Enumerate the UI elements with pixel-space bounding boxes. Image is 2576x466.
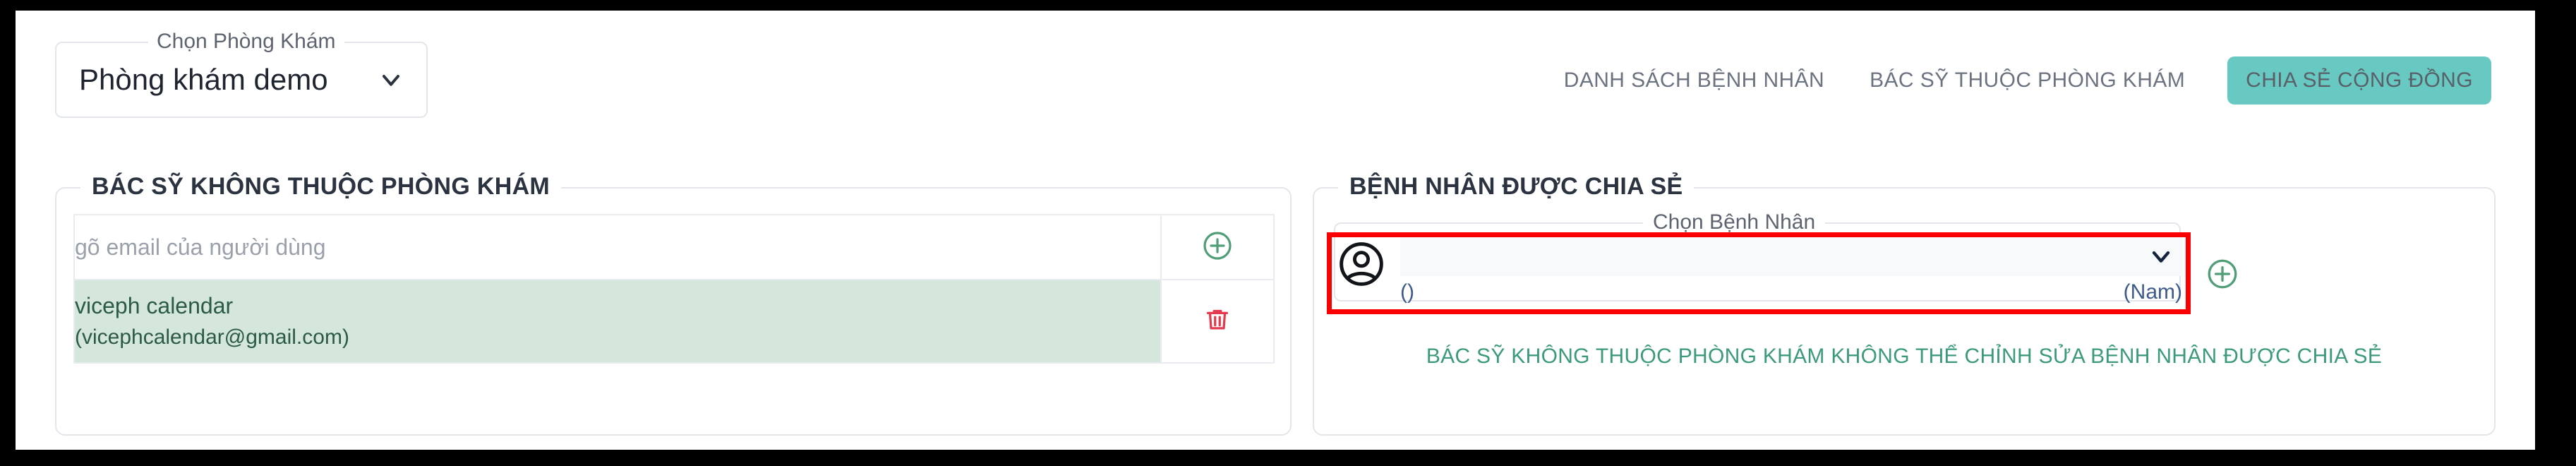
email-input-cell [73, 214, 1162, 280]
add-patient-button[interactable] [2205, 256, 2240, 292]
share-restriction-note: BÁC SỸ KHÔNG THUỘC PHÒNG KHÁM KHÔNG THỂ … [1426, 345, 2383, 368]
external-doctors-table: viceph calendar (vicephcalendar@gmail.co… [73, 214, 1275, 364]
main-nav: DANH SÁCH BỆNH NHÂN BÁC SỸ THUỘC PHÒNG K… [1561, 54, 2491, 107]
clinic-select-fieldset: Chọn Phòng Khám Phòng khám demo [55, 28, 428, 118]
shared-patients-panel: BỆNH NHÂN ĐƯỢC CHIA SẺ Chọn Bệnh Nhân ()… [1313, 170, 2496, 436]
nav-link-clinic-doctors[interactable]: BÁC SỸ THUỘC PHÒNG KHÁM [1867, 63, 2188, 98]
patient-select[interactable] [1400, 237, 2182, 276]
chevron-down-icon [2152, 251, 2170, 263]
clinic-select[interactable]: Phòng khám demo [56, 43, 426, 116]
app-screen: Chọn Phòng Khám Phòng khám demo DANH SÁC… [16, 11, 2535, 450]
top-bar: Chọn Phòng Khám Phòng khám demo DANH SÁC… [16, 11, 2535, 145]
nav-link-patient-list[interactable]: DANH SÁCH BỆNH NHÂN [1561, 63, 1827, 98]
external-doctors-panel: BÁC SỸ KHÔNG THUỘC PHÒNG KHÁM gõ email c… [55, 170, 1292, 436]
patient-select-row: () (Nam) [1335, 237, 2182, 310]
plus-circle-icon [2208, 259, 2237, 289]
patient-meta: () (Nam) [1400, 277, 2182, 307]
plus-circle-icon [1203, 231, 1232, 260]
doctor-info-cell: viceph calendar (vicephcalendar@gmail.co… [73, 279, 1162, 364]
doctor-email-input[interactable] [75, 234, 1160, 261]
shared-patients-panel-title: BỆNH NHÂN ĐƯỢC CHIA SẺ [1338, 170, 1695, 203]
delete-doctor-button[interactable] [1201, 304, 1234, 336]
doctor-name: viceph calendar [75, 293, 234, 318]
patient-select-label: Chọn Bệnh Nhân [1643, 208, 1826, 237]
share-community-button[interactable]: CHIA SẺ CỘNG ĐỒNG [2227, 56, 2491, 104]
doctor-email: (vicephcalendar@gmail.com) [75, 325, 349, 349]
patient-code: () [1400, 280, 1414, 304]
add-doctor-cell [1160, 214, 1275, 280]
account-circle-icon [1340, 242, 1383, 286]
email-entry-row [73, 214, 1275, 280]
chevron-down-icon [383, 75, 399, 86]
patient-fields: () (Nam) [1400, 237, 2182, 310]
add-doctor-button[interactable] [1200, 229, 1234, 263]
external-doctors-panel-title: BÁC SỸ KHÔNG THUỘC PHÒNG KHÁM [80, 170, 562, 203]
patient-gender: (Nam) [2123, 280, 2182, 304]
table-row: viceph calendar (vicephcalendar@gmail.co… [73, 279, 1275, 364]
delete-doctor-cell [1160, 279, 1275, 364]
clinic-select-value: Phòng khám demo [79, 63, 328, 96]
trash-icon [1206, 309, 1229, 330]
